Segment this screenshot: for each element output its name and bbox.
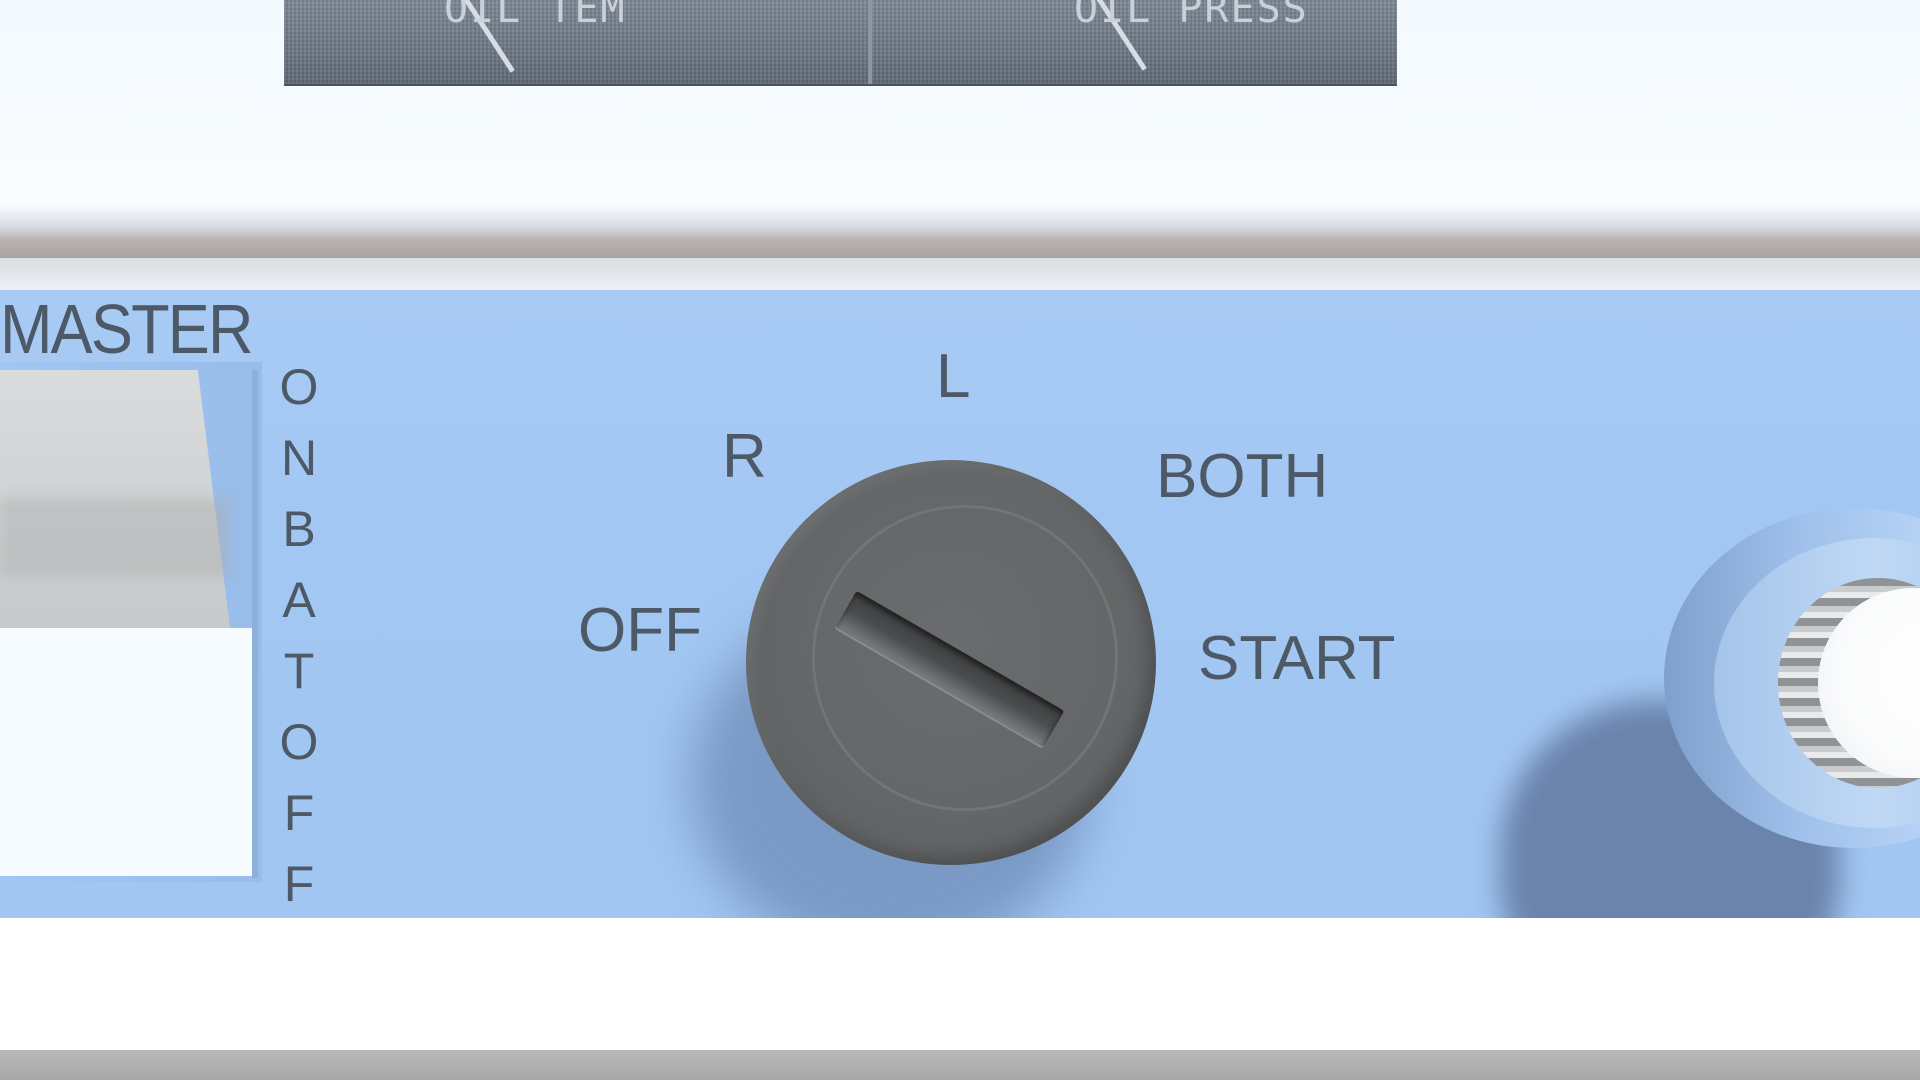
oil-temp-label: OIL TEMP <box>444 0 624 32</box>
magneto-position-both: BOTH <box>1156 442 1329 511</box>
panel-shelf <box>0 206 1920 258</box>
master-label-letter: A <box>282 572 316 628</box>
master-switch-edge <box>252 370 258 878</box>
master-switch-shadow <box>0 498 230 578</box>
master-switch[interactable] <box>0 370 256 876</box>
master-switch-labels: O N B A T O F F <box>276 352 322 920</box>
master-label-letter: N <box>280 430 318 486</box>
master-label-letter: B <box>282 501 316 557</box>
engine-gauge-display: OIL TEMP OIL PRESS <box>284 0 1397 84</box>
master-label-letter: F <box>283 785 315 841</box>
lower-panel-rail <box>0 1050 1920 1080</box>
master-label-letter: F <box>283 856 315 912</box>
magneto-position-left: L <box>936 342 971 411</box>
gauge-divider <box>868 0 872 84</box>
master-label-letter: O <box>279 359 319 415</box>
panel-shelf-lip <box>0 258 1920 292</box>
magneto-position-off: OFF <box>578 596 702 665</box>
cockpit-scene: OIL TEMP OIL PRESS MASTER O N B A T O F … <box>0 0 1920 1080</box>
magneto-position-right: R <box>722 422 767 491</box>
master-switch-rocker-bottom <box>0 628 256 876</box>
master-title: MASTER <box>0 290 254 368</box>
master-label-letter: T <box>283 643 315 699</box>
lower-panel-strip <box>0 918 1920 1050</box>
magneto-position-start: START <box>1198 624 1396 693</box>
oil-press-label: OIL PRESS <box>1074 0 1309 32</box>
master-label-letter: O <box>279 714 319 770</box>
